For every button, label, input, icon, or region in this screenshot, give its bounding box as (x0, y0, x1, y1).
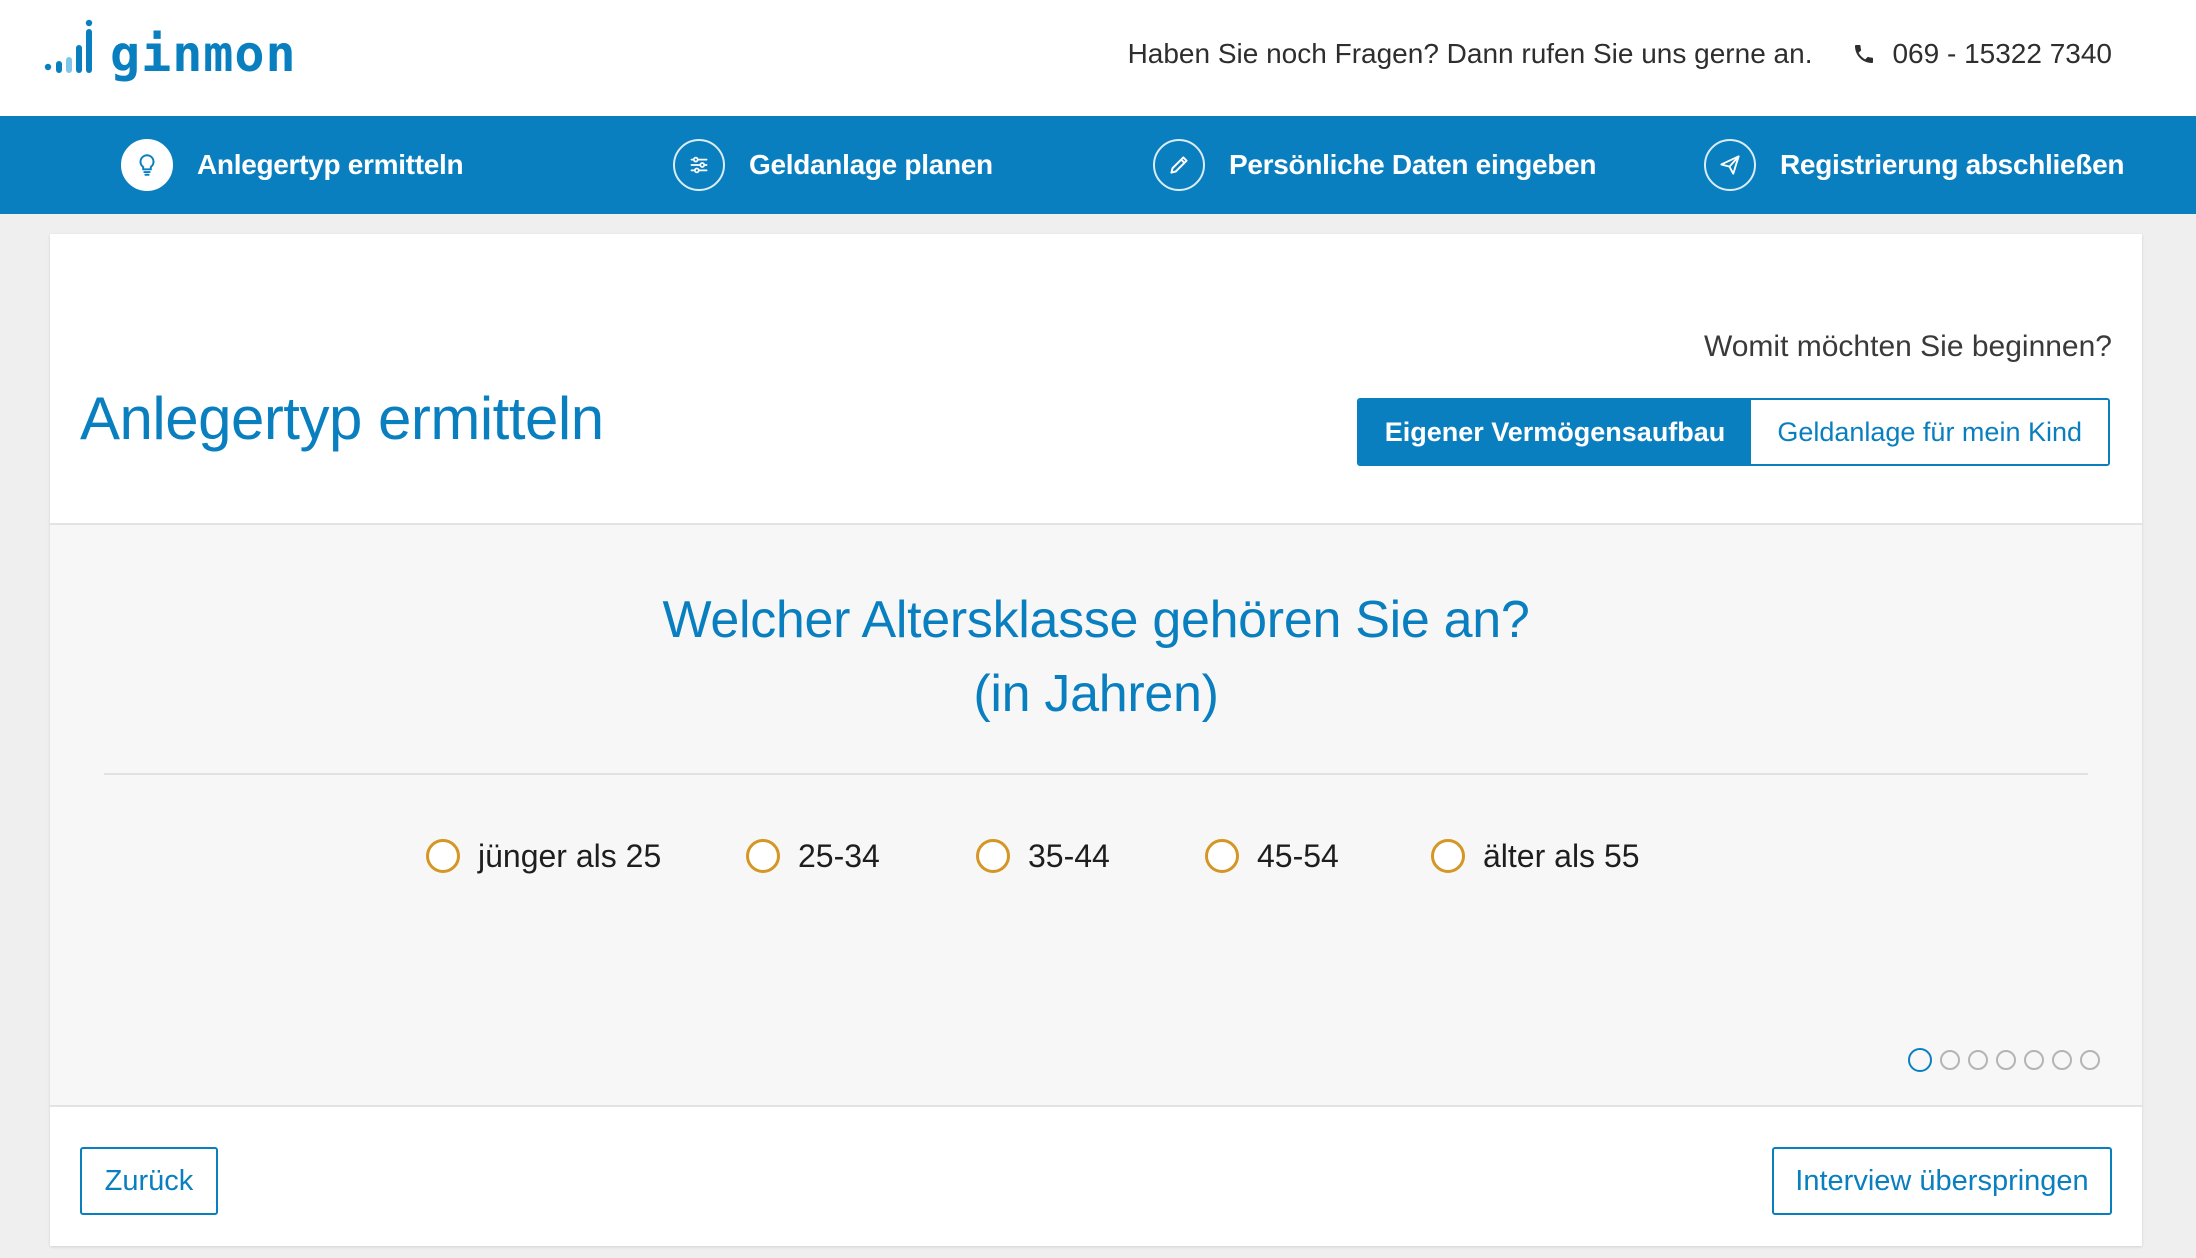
contact-text: Haben Sie noch Fragen? Dann rufen Sie un… (1127, 38, 1813, 69)
step-icon-circle (1153, 139, 1205, 191)
question-panel: Welcher Altersklasse gehören Sie an? (in… (50, 525, 2142, 1107)
option-label: 35-44 (1028, 837, 1110, 874)
header-contact: Haben Sie noch Fragen? Dann rufen Sie un… (1128, 32, 2112, 76)
sliders-icon (690, 156, 708, 174)
pagination-dot[interactable] (2052, 1050, 2072, 1070)
option-label: 45-54 (1257, 837, 1339, 874)
begin-question: Womit möchten Sie beginnen? (1703, 330, 2112, 363)
paper-plane-icon (1720, 155, 1740, 175)
back-button[interactable]: Zurück (80, 1147, 218, 1215)
mode-child-investment-button[interactable]: Geldanlage für mein Kind (1751, 400, 2108, 464)
page-title: Anlegertyp ermitteln (80, 385, 604, 452)
card-footer: Zurück Interview überspringen (50, 1107, 2142, 1246)
age-option-25-34[interactable]: 25-34 (746, 831, 880, 881)
step-persoenliche-daten-eingeben[interactable]: Persönliche Daten eingeben (1153, 138, 1597, 192)
skip-interview-button[interactable]: Interview überspringen (1772, 1147, 2112, 1215)
progress-steps-nav: Anlegertyp ermitteln Geldanlage planen P… (0, 116, 2196, 214)
age-option-45-54[interactable]: 45-54 (1205, 831, 1339, 881)
mode-own-wealth-button[interactable]: Eigener Vermögensaufbau (1358, 400, 1752, 464)
pencil-icon (1170, 156, 1188, 174)
step-geldanlage-planen[interactable]: Geldanlage planen (673, 138, 993, 192)
logo-text: ginmon (110, 25, 297, 83)
phone-icon (1855, 45, 1874, 63)
step-label: Persönliche Daten eingeben (1229, 149, 1597, 180)
pagination-dot[interactable] (1940, 1050, 1960, 1070)
question-pagination (1908, 1047, 2100, 1073)
pagination-dot[interactable] (1908, 1048, 1932, 1072)
pagination-dot[interactable] (1968, 1050, 1988, 1070)
radio-button[interactable] (976, 839, 1010, 873)
step-icon-circle (673, 139, 725, 191)
age-option-over-55[interactable]: älter als 55 (1431, 831, 1640, 881)
radio-button[interactable] (426, 839, 460, 873)
pagination-dot[interactable] (2080, 1050, 2100, 1070)
questionnaire-card: Anlegertyp ermitteln Womit möchten Sie b… (50, 234, 2142, 1246)
phone-link[interactable]: 069 - 15322 7340 (1852, 38, 2112, 70)
radio-button[interactable] (1431, 839, 1465, 873)
step-anlegertyp-ermitteln[interactable]: Anlegertyp ermitteln (121, 138, 464, 192)
question-line-2: (in Jahren) (973, 665, 1219, 723)
question-divider (104, 773, 2088, 775)
phone-number: 069 - 15322 7340 (1892, 38, 2112, 69)
step-registrierung-abschliessen[interactable]: Registrierung abschließen (1704, 138, 2124, 192)
question-line-1: Welcher Altersklasse gehören Sie an? (662, 591, 1530, 649)
pagination-dot[interactable] (1996, 1050, 2016, 1070)
investment-mode-toggle: Eigener Vermögensaufbau Geldanlage für m… (1356, 398, 2110, 466)
pagination-dot[interactable] (2024, 1050, 2044, 1070)
logo-bars-icon (44, 19, 93, 73)
age-option-35-44[interactable]: 35-44 (976, 831, 1110, 881)
ginmon-logo[interactable]: ginmon (44, 16, 297, 92)
card-header: Anlegertyp ermitteln Womit möchten Sie b… (50, 234, 2142, 525)
radio-button[interactable] (1205, 839, 1239, 873)
lightbulb-icon (139, 154, 155, 176)
step-label: Registrierung abschließen (1780, 149, 2125, 180)
step-icon-circle (121, 139, 173, 191)
site-header: ginmon Haben Sie noch Fragen? Dann rufen… (0, 0, 2196, 116)
step-icon-circle (1704, 139, 1756, 191)
age-options: jünger als 25 25-34 35-44 45-54 älter al… (50, 831, 2142, 881)
question-text: Welcher Altersklasse gehören Sie an? (in… (50, 583, 2142, 731)
option-label: 25-34 (798, 837, 880, 874)
step-label: Anlegertyp ermitteln (197, 149, 464, 180)
age-option-under-25[interactable]: jünger als 25 (426, 831, 661, 881)
step-label: Geldanlage planen (749, 149, 993, 180)
option-label: älter als 55 (1483, 837, 1640, 874)
radio-button[interactable] (746, 839, 780, 873)
option-label: jünger als 25 (478, 837, 662, 874)
